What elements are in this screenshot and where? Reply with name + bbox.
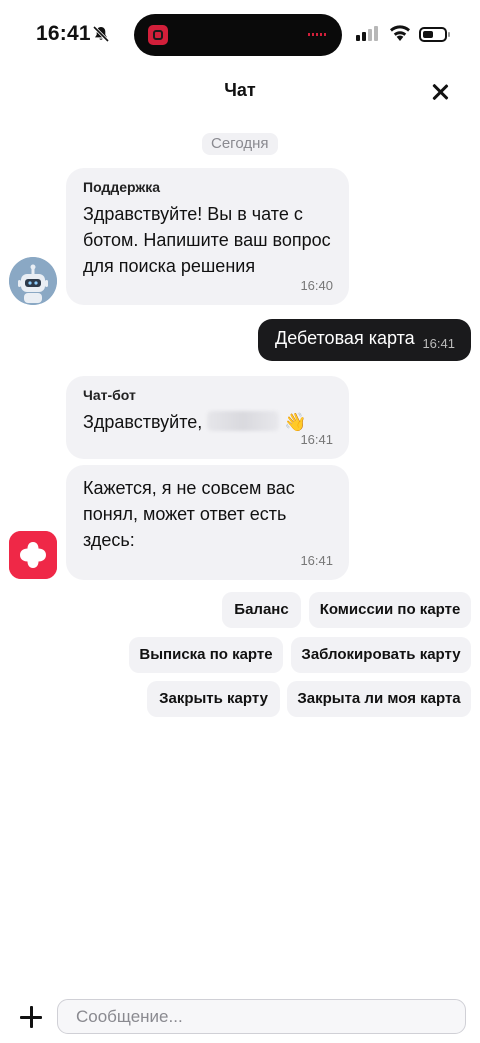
status-time: 16:41: [36, 22, 91, 45]
sender-name: Чат-бот: [83, 387, 136, 403]
robot-icon: [9, 257, 57, 305]
message-text: Здравствуйте! Вы в чате с ботом. Напишит…: [83, 204, 331, 276]
wifi-icon: [390, 25, 410, 41]
message-text: Дебетовая карта: [275, 328, 415, 348]
chat-title: Чат: [224, 80, 256, 100]
attach-plus-icon[interactable]: [18, 1004, 44, 1030]
message-bubble-support: Поддержка Здравствуйте! Вы в чате с бото…: [66, 168, 349, 305]
bot-avatar: [9, 257, 57, 305]
close-icon[interactable]: [428, 80, 452, 104]
message-bubble-chatbot: Чат-бот Здравствуйте, 👋 16:41: [66, 376, 349, 459]
message-bubble-chatbot-clarify: Кажется, я не совсем вас понял, может от…: [66, 465, 349, 580]
brand-avatar: [9, 531, 57, 579]
quick-reply-close-card[interactable]: Закрыть карту: [147, 681, 280, 717]
battery-icon: [419, 27, 450, 42]
message-time: 16:41: [300, 432, 333, 447]
quick-reply-card-statement[interactable]: Выписка по карте: [129, 637, 283, 673]
date-divider: Сегодня: [202, 133, 278, 155]
muted-bell-icon: [92, 25, 110, 43]
message-text: Кажется, я не совсем вас понял, может от…: [83, 478, 295, 550]
recording-indicator-icon: [308, 33, 328, 36]
message-input[interactable]: [57, 999, 466, 1034]
message-text: Здравствуйте, 👋: [83, 411, 307, 432]
quick-reply-balance[interactable]: Баланс: [222, 592, 301, 628]
waving-hand-icon: 👋: [284, 412, 307, 432]
quick-reply-is-card-closed[interactable]: Закрыта ли моя карта: [287, 681, 471, 717]
redacted-name: [207, 411, 280, 431]
message-time: 16:41: [300, 553, 333, 568]
quick-reply-block-card[interactable]: Заблокировать карту: [291, 637, 471, 673]
quick-reply-card-fees[interactable]: Комиссии по карте: [309, 592, 471, 628]
message-time: 16:40: [300, 278, 333, 293]
app-icon: [148, 25, 168, 45]
brand-logo-icon: [9, 531, 57, 579]
sender-name: Поддержка: [83, 179, 161, 195]
message-bubble-outgoing: Дебетовая карта 16:41: [258, 319, 471, 361]
dynamic-island: [134, 14, 342, 56]
message-time: 16:41: [422, 336, 455, 351]
